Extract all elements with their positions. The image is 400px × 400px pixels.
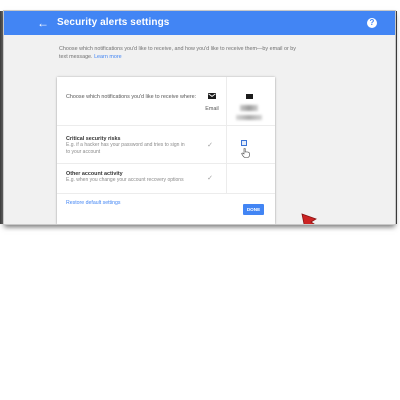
column-email: Email [195, 93, 229, 112]
settings-card: Choose which notifications you'd like to… [57, 77, 317, 224]
done-button[interactable]: DONE [243, 204, 264, 215]
phone-checkbox[interactable] [241, 140, 247, 146]
email-check-icon: ✓ [207, 175, 213, 182]
restore-defaults-link[interactable]: Restore default settings [66, 200, 121, 206]
phone-icon [245, 94, 253, 99]
table-header-label: Choose which notifications you'd like to… [66, 94, 197, 100]
help-icon[interactable]: ? [367, 18, 377, 28]
row-description: E.g. when you change your account recove… [66, 177, 184, 183]
page-title: Security alerts settings [57, 17, 170, 28]
app-bar: ← Security alerts settings ? [4, 11, 395, 35]
redacted-text [236, 115, 262, 120]
pointer-arrow-icon [301, 213, 317, 224]
column-email-label: Email [205, 106, 219, 112]
settings-window: ← Security alerts settings ? Choose whic… [4, 11, 395, 224]
learn-more-link[interactable]: Learn more [94, 54, 122, 60]
email-icon [208, 93, 216, 99]
column-phone [231, 94, 267, 120]
hand-cursor-icon [241, 148, 250, 158]
table-row: Other account activity E.g. when you cha… [57, 164, 275, 194]
intro-text: Choose which notifications you'd like to… [59, 45, 299, 61]
row-description: E.g. if a hacker has your password and t… [66, 142, 185, 155]
redacted-text [240, 105, 258, 111]
table-header: Choose which notifications you'd like to… [57, 77, 275, 126]
arrow-back-icon[interactable]: ← [36, 15, 50, 31]
email-check-icon: ✓ [207, 142, 213, 149]
table-row: Critical security risks E.g. if a hacker… [57, 126, 275, 164]
